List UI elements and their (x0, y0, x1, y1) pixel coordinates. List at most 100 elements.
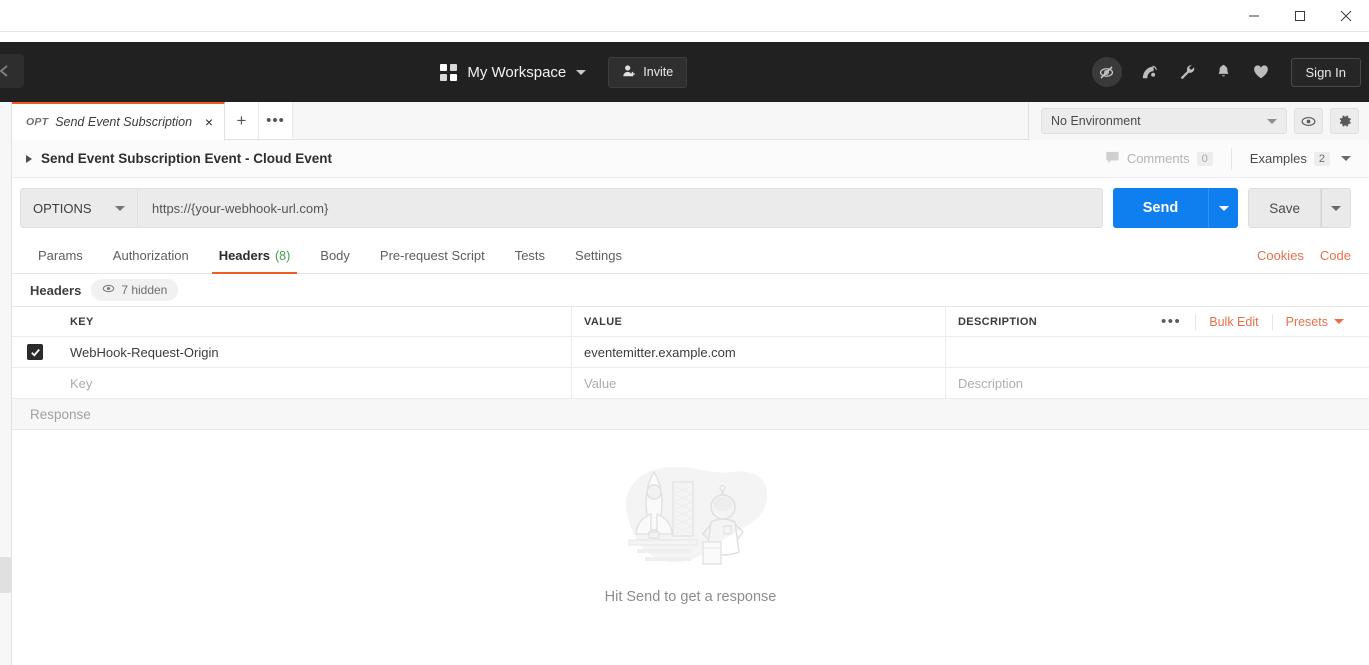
environment-bar: No Environment (1028, 102, 1369, 140)
eye-icon (1301, 116, 1316, 126)
window-close-button[interactable] (1323, 0, 1369, 32)
save-options-button[interactable] (1321, 188, 1351, 228)
new-description-input[interactable]: Description (946, 368, 1369, 398)
os-title-bar (0, 0, 1369, 32)
bell-icon[interactable] (1207, 55, 1241, 89)
header-description-cell[interactable] (946, 337, 1369, 367)
sidebar-collapsed-rail (0, 102, 12, 665)
request-meta-actions: Comments 0 Examples 2 (1087, 147, 1355, 170)
table-more-options-button[interactable]: ••• (1147, 313, 1195, 330)
examples-button[interactable]: Examples 2 (1230, 147, 1355, 170)
presets-label: Presets (1285, 314, 1328, 329)
empty-response-message: Hit Send to get a response (604, 589, 777, 605)
tab-settings[interactable]: Settings (560, 238, 637, 273)
grid-icon (440, 63, 458, 81)
nav-stub-area (0, 42, 28, 102)
http-method-selector[interactable]: OPTIONS (20, 188, 138, 228)
tab-method-label: OPT (26, 116, 49, 128)
settings-button[interactable] (1330, 108, 1359, 134)
tab-label: Pre-request Script (379, 248, 485, 263)
gear-icon (1339, 115, 1351, 127)
table-header-row: KEY VALUE DESCRIPTION ••• Bulk Edit Pres… (12, 307, 1369, 337)
postman-window: My Workspace Invite Sign In OPT Send Eve… (0, 0, 1369, 665)
url-bar: OPTIONS https://{your-webhook-url.com} S… (12, 178, 1369, 238)
tab-pre-request-script[interactable]: Pre-request Script (365, 238, 500, 273)
new-key-input[interactable]: Key (58, 368, 572, 398)
save-button-group: Save (1248, 188, 1351, 228)
table-row[interactable]: WebHook-Request-Origin eventemitter.exam… (12, 337, 1369, 368)
header-key-cell[interactable]: WebHook-Request-Origin (58, 337, 572, 367)
invite-label: Invite (643, 65, 674, 79)
header-checkbox-column (12, 307, 58, 336)
chevron-down-icon (1218, 205, 1229, 211)
environment-selector[interactable]: No Environment (1041, 108, 1287, 134)
save-button[interactable]: Save (1248, 188, 1321, 228)
workspace-selector[interactable]: My Workspace (432, 59, 594, 86)
tab-title-label: Send Event Subscription Event... (55, 115, 195, 129)
chevron-down-icon (1334, 319, 1344, 324)
tab-label: Settings (575, 248, 623, 263)
bulk-edit-button[interactable]: Bulk Edit (1195, 313, 1271, 330)
new-tab-button[interactable]: + (225, 102, 259, 139)
satellite-dish-icon[interactable] (1133, 55, 1167, 89)
main-content: OPT Send Event Subscription Event... × +… (12, 102, 1369, 665)
headers-toolbar: Headers 7 hidden (12, 274, 1369, 306)
comments-count: 0 (1196, 151, 1213, 166)
tab-label: Tests (514, 248, 546, 263)
tab-tests[interactable]: Tests (500, 238, 560, 273)
topbar-right-icons: Sign In (1091, 55, 1369, 89)
tab-body[interactable]: Body (305, 238, 365, 273)
tab-authorization[interactable]: Authorization (98, 238, 204, 273)
tab-overflow-button[interactable]: ••• (259, 102, 293, 139)
presets-button[interactable]: Presets (1271, 313, 1357, 330)
chevron-down-icon (1331, 205, 1341, 211)
open-request-tab[interactable]: OPT Send Event Subscription Event... × (12, 102, 225, 140)
comments-label: Comments (1126, 151, 1190, 166)
code-link[interactable]: Code (1320, 248, 1351, 263)
sign-in-button[interactable]: Sign In (1290, 57, 1361, 87)
request-tabs-right-links: Cookies Code (1257, 238, 1351, 273)
topbar-center: My Workspace Invite (28, 56, 1092, 88)
chevron-down-icon (576, 69, 587, 75)
tab-label: Body (320, 248, 350, 263)
request-tab-strip: OPT Send Event Subscription Event... × +… (12, 102, 1369, 140)
sync-off-icon[interactable] (1091, 57, 1122, 87)
hidden-headers-toggle[interactable]: 7 hidden (91, 279, 179, 301)
close-icon[interactable]: × (202, 113, 216, 131)
window-minimize-button[interactable] (1231, 0, 1277, 32)
rocket-launch-astronaut-illustration (611, 452, 771, 575)
chevron-down-icon (1267, 118, 1277, 124)
table-row-placeholder[interactable]: Key Value Description (12, 368, 1369, 399)
examples-label: Examples (1249, 151, 1307, 166)
http-method-label: OPTIONS (33, 200, 92, 216)
tab-label: Authorization (112, 248, 189, 263)
comment-icon (1105, 150, 1120, 168)
send-options-button[interactable] (1208, 188, 1239, 228)
headers-table: KEY VALUE DESCRIPTION ••• Bulk Edit Pres… (12, 306, 1369, 399)
wrench-icon[interactable] (1170, 55, 1204, 89)
new-value-input[interactable]: Value (572, 368, 946, 398)
cookies-link[interactable]: Cookies (1257, 248, 1304, 263)
tab-headers[interactable]: Headers (8) (204, 238, 306, 274)
invite-button[interactable]: Invite (608, 56, 688, 88)
sidebar-resize-handle[interactable] (0, 557, 11, 593)
heart-icon[interactable] (1244, 55, 1278, 89)
request-breadcrumb-row: Send Event Subscription Event - Cloud Ev… (12, 140, 1369, 178)
examples-count: 2 (1313, 151, 1330, 166)
row-checkbox[interactable] (27, 344, 43, 360)
comments-button[interactable]: Comments 0 (1087, 150, 1231, 168)
send-button[interactable]: Send (1112, 188, 1209, 228)
back-nav-button[interactable] (0, 54, 24, 88)
table-header-tools: ••• Bulk Edit Presets (1147, 307, 1357, 336)
send-button-group: Send (1112, 188, 1239, 228)
url-input[interactable]: https://{your-webhook-url.com} (138, 188, 1103, 228)
chevron-right-icon[interactable] (26, 154, 32, 163)
tab-params[interactable]: Params (30, 238, 98, 273)
column-value: VALUE (572, 307, 946, 336)
environment-quick-look-button[interactable] (1294, 108, 1323, 134)
header-value-cell[interactable]: eventemitter.example.com (572, 337, 946, 367)
url-value: https://{your-webhook-url.com} (152, 200, 329, 216)
window-maximize-button[interactable] (1277, 0, 1323, 32)
request-section-tabs: Params Authorization Headers (8) Body Pr… (12, 238, 1369, 274)
row-checkbox-cell (12, 337, 58, 367)
